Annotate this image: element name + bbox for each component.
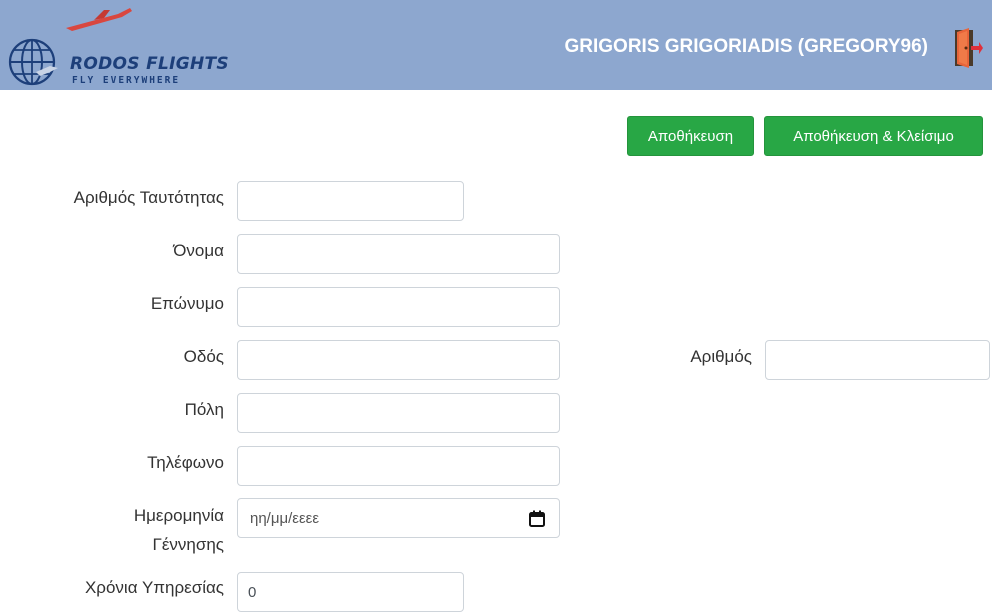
years-of-service-input[interactable] [237, 572, 464, 612]
birth-date-label-line1: Ημερομηνία [133, 506, 224, 525]
calendar-icon[interactable] [529, 510, 545, 527]
street-input[interactable] [237, 340, 560, 380]
user-display-name: GRIGORIS GRIGORIADIS (GREGORY96) [564, 36, 928, 57]
exit-door-icon [955, 28, 983, 68]
birth-date-placeholder: ηη/μμ/εεεε [250, 510, 320, 527]
brand-name: RODOS FLIGHTS [70, 54, 229, 74]
street-number-label: Αριθμός [690, 347, 752, 366]
last-name-input[interactable] [237, 287, 560, 327]
airplane-icon [66, 8, 132, 31]
globe-icon [8, 38, 58, 86]
birth-date-input[interactable]: ηη/μμ/εεεε [237, 498, 560, 538]
id-number-input[interactable] [237, 181, 464, 221]
phone-label: Τηλέφωνο [147, 453, 224, 472]
save-button[interactable]: Αποθήκευση [627, 116, 754, 156]
logout-button[interactable] [953, 26, 983, 70]
first-name-label: Όνομα [173, 241, 224, 260]
city-input[interactable] [237, 393, 560, 433]
years-of-service-label: Χρόνια Υπηρεσίας [84, 578, 224, 597]
save-and-close-button[interactable]: Αποθήκευση & Κλείσιμο [764, 116, 983, 156]
city-label: Πόλη [184, 400, 224, 419]
phone-input[interactable] [237, 446, 560, 486]
brand-logo[interactable]: RODOS FLIGHTS FLY EVERYWHERE [6, 6, 236, 88]
id-number-label: Αριθμός Ταυτότητας [73, 188, 224, 207]
last-name-label: Επώνυμο [150, 294, 224, 313]
brand-tagline: FLY EVERYWHERE [72, 75, 181, 86]
street-label: Οδός [183, 347, 224, 366]
birth-date-label-line2: Γέννησης [152, 535, 224, 554]
first-name-input[interactable] [237, 234, 560, 274]
street-number-input[interactable] [765, 340, 990, 380]
header-bar: RODOS FLIGHTS FLY EVERYWHERE GRIGORIS GR… [0, 0, 992, 90]
